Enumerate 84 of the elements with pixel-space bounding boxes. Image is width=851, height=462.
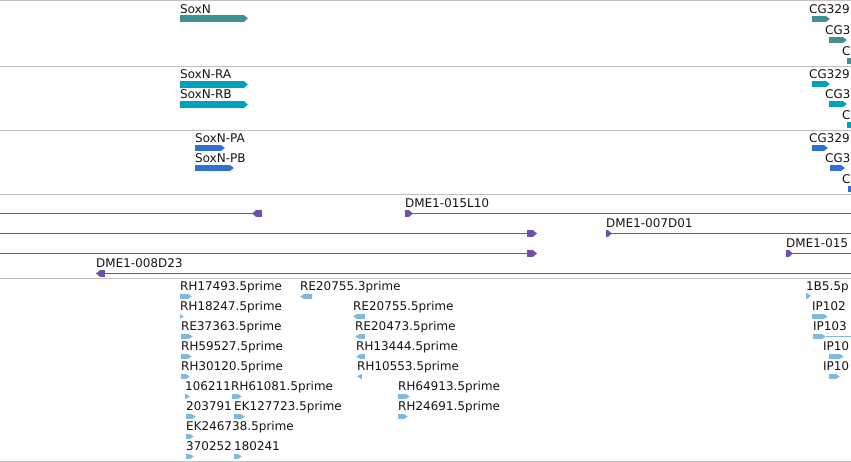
feature-arrow[interactable] — [185, 394, 190, 398]
feature-arrow[interactable] — [186, 454, 194, 458]
clone-line[interactable] — [786, 250, 851, 256]
feature-arrow[interactable] — [180, 314, 184, 318]
feature-label: EK127723.5prime — [234, 399, 342, 413]
feature-label: C — [842, 108, 850, 122]
feature-label: RE20755.5prime — [353, 299, 454, 313]
feature-label: RE37363.5prime — [181, 319, 282, 333]
clone-line[interactable] — [0, 210, 262, 216]
clone-line[interactable] — [405, 210, 851, 216]
feature-label: CG3 — [825, 22, 850, 36]
feature-arrow[interactable] — [180, 100, 248, 108]
feature-arrow[interactable] — [186, 414, 196, 418]
feature-arrow[interactable] — [355, 334, 365, 338]
feature-arrow[interactable] — [812, 81, 830, 87]
feature-label: SoxN-PB — [195, 151, 246, 165]
feature-label: IP10 — [823, 339, 850, 353]
feature-label: C — [842, 172, 850, 186]
feature-label: EK246738.5prime — [186, 419, 294, 433]
clone-line[interactable] — [0, 250, 537, 256]
feature-arrow[interactable] — [829, 374, 840, 378]
feature-arrow[interactable] — [180, 80, 248, 88]
feature-label: DME1-007D01 — [606, 216, 693, 230]
feature-arrow[interactable] — [195, 145, 225, 151]
feature-arrow[interactable] — [813, 334, 851, 338]
feature-label: 1B5.5p — [806, 279, 849, 293]
feature-arrow[interactable] — [356, 354, 365, 358]
feature-arrow[interactable] — [181, 354, 192, 358]
feature-arrow[interactable] — [180, 15, 248, 22]
feature-arrow[interactable] — [812, 145, 828, 151]
feature-arrow[interactable] — [357, 374, 362, 378]
feature-label: CG3 — [825, 151, 850, 165]
feature-label: RH64913.5prime — [398, 379, 500, 393]
feature-label: 180241 — [234, 439, 280, 453]
feature-arrow[interactable] — [181, 334, 193, 338]
feature-label: DME1-015 — [786, 236, 848, 250]
feature-label: RH17493.5prime — [180, 279, 282, 293]
feature-arrow[interactable] — [829, 354, 844, 358]
feature-label: RE20755.3prime — [300, 279, 400, 293]
feature-arrow[interactable] — [300, 294, 312, 298]
feature-arrow[interactable] — [180, 294, 192, 298]
feature-label: 203791 — [186, 399, 232, 413]
feature-arrow[interactable] — [353, 314, 365, 318]
feature-arrow[interactable] — [398, 414, 408, 418]
feature-label: C — [842, 44, 850, 58]
feature-arrow[interactable] — [812, 16, 830, 22]
feature-label: IP103 — [813, 319, 847, 333]
feature-label: RH30120.5prime — [181, 359, 283, 373]
feature-label: CG329 — [809, 67, 850, 81]
feature-label: RE20473.5prime — [355, 319, 456, 333]
feature-arrow[interactable] — [232, 394, 242, 398]
feature-label: RH61081.5prime — [231, 379, 333, 393]
feature-label: IP102 — [812, 299, 846, 313]
feature-arrow[interactable] — [234, 414, 245, 418]
feature-label: RH24691.5prime — [398, 399, 500, 413]
feature-label: CG3 — [825, 87, 850, 101]
feature-arrow[interactable] — [234, 454, 242, 458]
feature-label: RH59527.5prime — [181, 339, 283, 353]
feature-label: IP10 — [823, 359, 850, 373]
feature-arrow[interactable] — [830, 165, 845, 171]
feature-arrow[interactable] — [195, 165, 234, 171]
feature-label: DME1-008D23 — [96, 256, 183, 270]
feature-arrow[interactable] — [812, 314, 828, 318]
feature-arrow[interactable] — [186, 434, 194, 438]
feature-label: SoxN-RA — [180, 67, 232, 81]
feature-label: SoxN — [180, 2, 211, 16]
feature-arrow[interactable] — [829, 36, 847, 42]
feature-arrow[interactable] — [806, 293, 811, 299]
feature-label: CG329 — [809, 131, 850, 145]
feature-label: RH10553.5prime — [357, 359, 459, 373]
feature-label: 370252 — [186, 439, 232, 453]
feature-label: RH13444.5prime — [356, 339, 458, 353]
feature-arrow[interactable] — [398, 394, 410, 398]
feature-label: SoxN-PA — [195, 131, 245, 145]
feature-label: SoxN-RB — [180, 87, 232, 101]
feature-label: DME1-015L10 — [405, 196, 489, 210]
feature-arrow[interactable] — [181, 374, 190, 378]
feature-label: CG329 — [809, 2, 850, 16]
clone-line[interactable] — [0, 230, 537, 236]
clone-line[interactable] — [606, 230, 851, 236]
feature-label: 106211 — [185, 379, 231, 393]
feature-label: RH18247.5prime — [180, 299, 282, 313]
clone-line[interactable] — [96, 270, 851, 276]
feature-arrow[interactable] — [829, 101, 847, 107]
